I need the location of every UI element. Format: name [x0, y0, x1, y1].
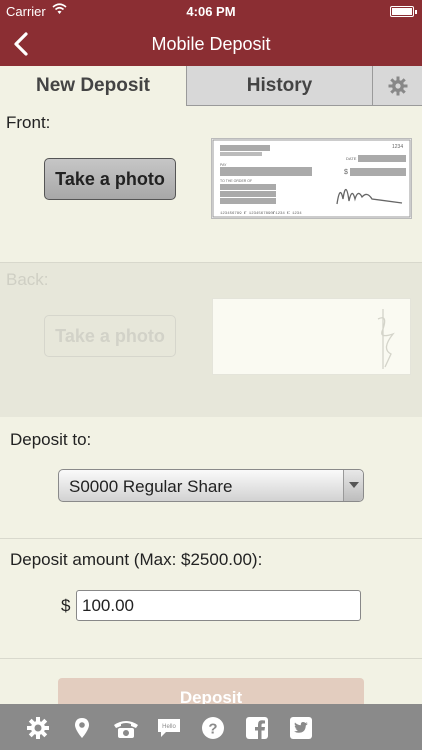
check-back-drawing [377, 309, 395, 369]
tab-settings[interactable] [372, 66, 422, 106]
svg-text:PAY: PAY [220, 163, 227, 167]
currency-symbol: $ [61, 596, 71, 615]
page-title: Mobile Deposit [151, 34, 271, 54]
bottom-toolbar: Hello ? [0, 704, 422, 750]
help-icon[interactable]: ? [201, 716, 225, 740]
status-time: 4:06 PM [186, 4, 236, 19]
divider [0, 658, 422, 659]
take-front-photo-button[interactable]: Take a photo [44, 158, 176, 200]
check-front-sample-image: 1234 DATE PAY $ TO THE ORDER OF 12345678… [211, 138, 412, 219]
deposit-to-label: Deposit to: [10, 430, 92, 449]
nav-bar: Mobile Deposit [0, 22, 422, 66]
phone-icon[interactable] [112, 716, 140, 740]
check-back-sample-image [212, 298, 411, 375]
svg-text:123456789 ⑈ 1234567890⑈1234 ⑆: 123456789 ⑈ 1234567890⑈1234 ⑆ 1234 [220, 211, 302, 216]
location-pin-icon[interactable] [70, 716, 94, 740]
chevron-down-icon [343, 470, 363, 501]
check-front-drawing: 1234 DATE PAY $ TO THE ORDER OF 12345678… [212, 139, 411, 218]
account-select-value: S0000 Regular Share [69, 477, 233, 496]
gear-icon[interactable] [26, 716, 50, 740]
deposit-amount-label: Deposit amount (Max: $2500.00): [10, 550, 263, 569]
tab-bar: New Deposit History [0, 66, 422, 106]
status-bar: Carrier 4:06 PM [0, 0, 422, 22]
back-section: Back: Take a photo [0, 262, 422, 417]
deposit-amount-input[interactable] [76, 590, 361, 621]
facebook-icon[interactable] [245, 716, 269, 740]
twitter-icon[interactable] [289, 716, 313, 740]
svg-text:DATE: DATE [346, 156, 357, 161]
svg-text:1234: 1234 [392, 144, 403, 150]
battery-icon [390, 6, 417, 17]
svg-text:Hello: Hello [162, 724, 176, 730]
divider [0, 538, 422, 539]
svg-text:TO THE ORDER OF: TO THE ORDER OF [220, 179, 252, 183]
tab-new-deposit[interactable]: New Deposit [0, 66, 186, 106]
svg-text:?: ? [208, 721, 217, 738]
gear-icon [388, 76, 408, 96]
take-back-photo-button[interactable]: Take a photo [44, 315, 176, 357]
front-label: Front: [6, 113, 51, 132]
svg-text:$: $ [344, 169, 348, 176]
account-select[interactable]: S0000 Regular Share [58, 469, 364, 502]
back-label: Back: [6, 270, 49, 289]
chat-hello-icon[interactable]: Hello [156, 716, 182, 740]
tab-history[interactable]: History [186, 66, 372, 106]
